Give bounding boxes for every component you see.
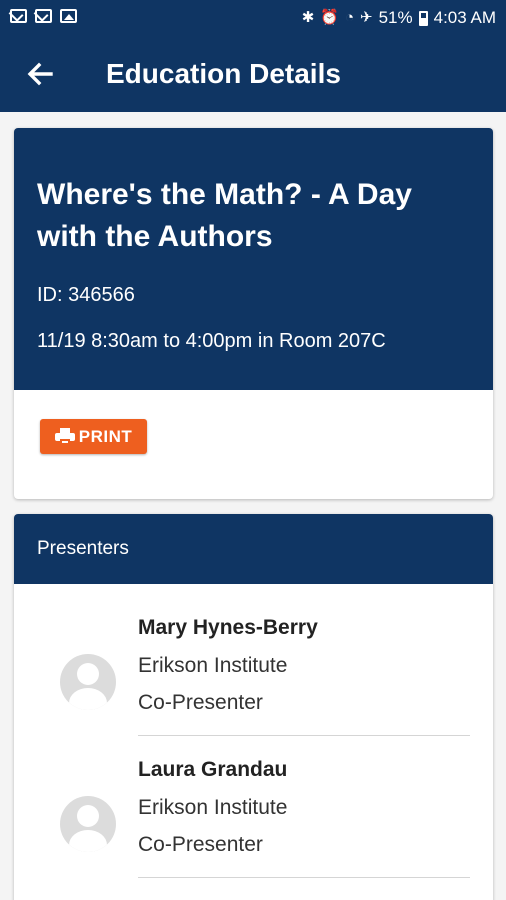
app-bar: Education Details: [0, 36, 506, 112]
presenter-item[interactable]: Mary Hynes-Berry Erikson Institute Co-Pr…: [14, 614, 493, 754]
mail-icon: [35, 9, 52, 23]
avatar-placeholder-icon: [60, 796, 116, 852]
event-card: Where's the Math? - A Day with the Autho…: [14, 128, 493, 499]
back-button[interactable]: [22, 56, 58, 92]
presenter-name: Laura Grandau: [138, 758, 288, 781]
printer-icon: [54, 428, 75, 445]
presenter-item[interactable]: Laura Grandau Erikson Institute Co-Prese…: [14, 756, 493, 896]
alarm-icon: ⏰: [320, 9, 339, 26]
presenters-header: Presenters: [14, 514, 493, 584]
clock: 4:03 AM: [433, 8, 496, 27]
event-schedule: 11/19 8:30am to 4:00pm in Room 207C: [37, 330, 386, 352]
presenter-organization: Erikson Institute: [138, 796, 288, 819]
print-button[interactable]: PRINT: [40, 419, 147, 454]
presenter-role: Co-Presenter: [138, 833, 263, 856]
presenter-details: Laura Grandau Erikson Institute Co-Prese…: [138, 756, 287, 858]
presenter-name: Mary Hynes-Berry: [138, 616, 318, 639]
notification-icons: [10, 9, 77, 23]
bluetooth-icon: ✱: [301, 9, 315, 26]
page-title: Education Details: [106, 58, 341, 89]
event-id: ID: 346566: [37, 284, 135, 306]
battery-percent: 51%: [378, 8, 413, 27]
presenter-details: Mary Hynes-Berry Erikson Institute Co-Pr…: [138, 614, 318, 716]
system-icons: ✱ ⏰ ◔ ✈ 51% 4:03 AM: [302, 8, 496, 28]
avatar-placeholder-icon: [60, 654, 116, 710]
battery-icon: [418, 10, 428, 26]
event-title: Where's the Math? - A Day with the Autho…: [37, 178, 412, 253]
event-header: Where's the Math? - A Day with the Autho…: [14, 128, 493, 390]
wifi-icon: ◔: [344, 9, 355, 26]
print-button-label: PRINT: [78, 426, 133, 446]
airplane-icon: ✈: [360, 9, 373, 26]
presenters-card: Presenters Mary Hynes-Berry Erikson Inst…: [14, 514, 493, 900]
divider: [138, 735, 470, 736]
mail-icon: [10, 9, 27, 23]
presenter-organization: Erikson Institute: [138, 654, 288, 677]
image-icon: [60, 9, 77, 23]
presenter-role: Co-Presenter: [138, 691, 263, 714]
divider: [138, 877, 470, 878]
arrow-left-icon: [27, 62, 53, 86]
status-bar: ✱ ⏰ ◔ ✈ 51% 4:03 AM: [0, 0, 506, 36]
